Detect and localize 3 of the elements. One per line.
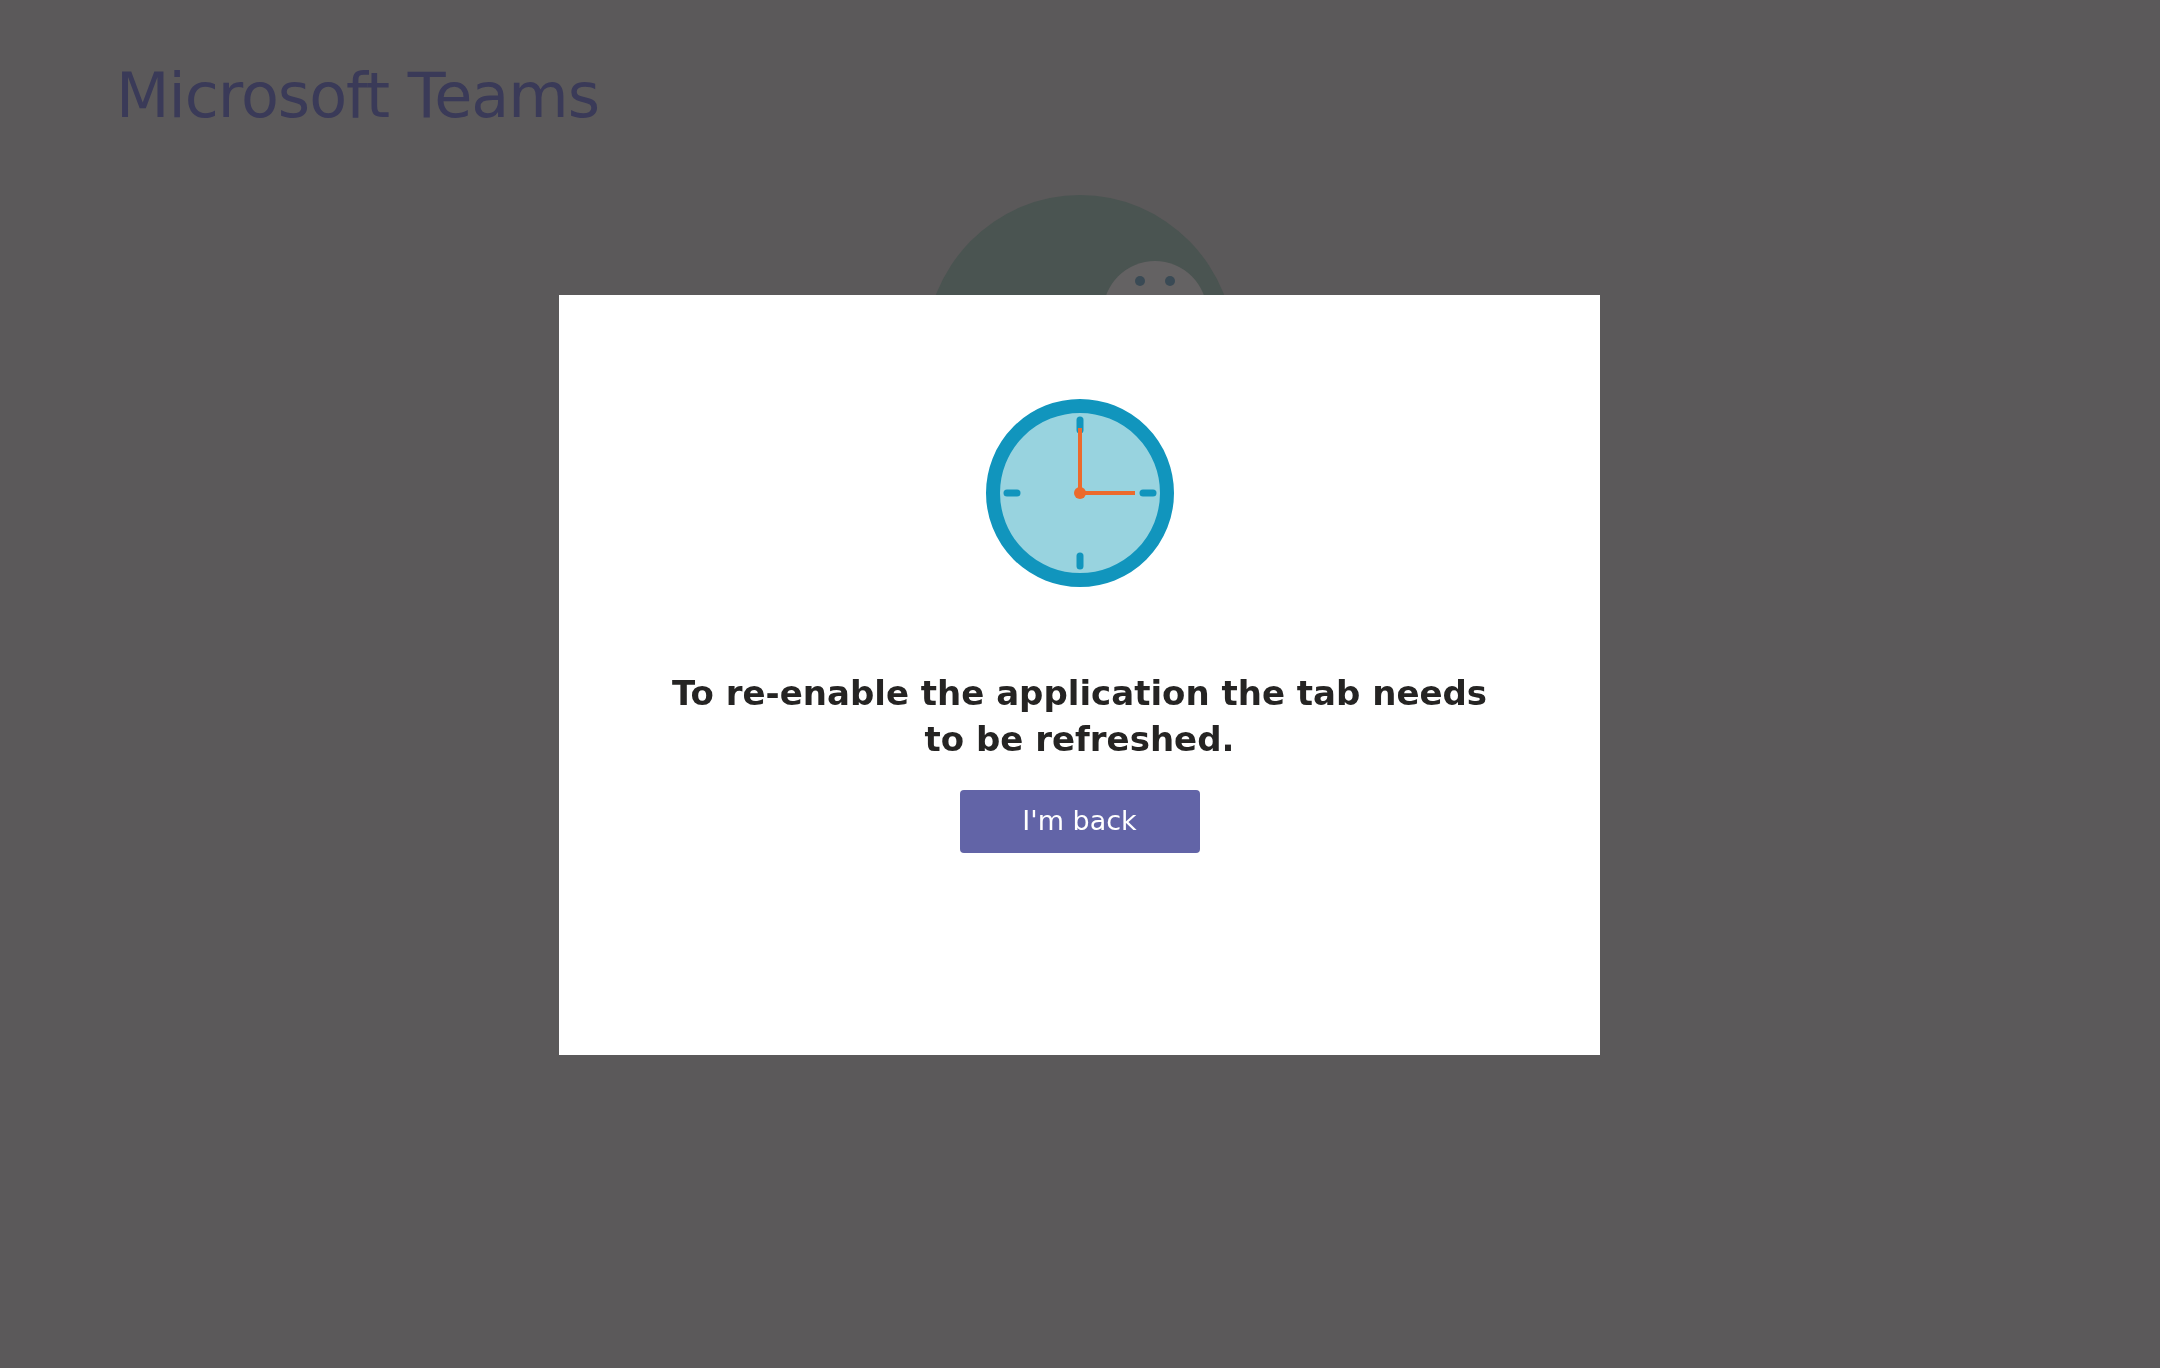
dialog-message: To re-enable the application the tab needs to be refreshed. (670, 672, 1489, 761)
im-back-button[interactable]: I'm back (959, 790, 1200, 853)
clock-icon (984, 398, 1175, 588)
